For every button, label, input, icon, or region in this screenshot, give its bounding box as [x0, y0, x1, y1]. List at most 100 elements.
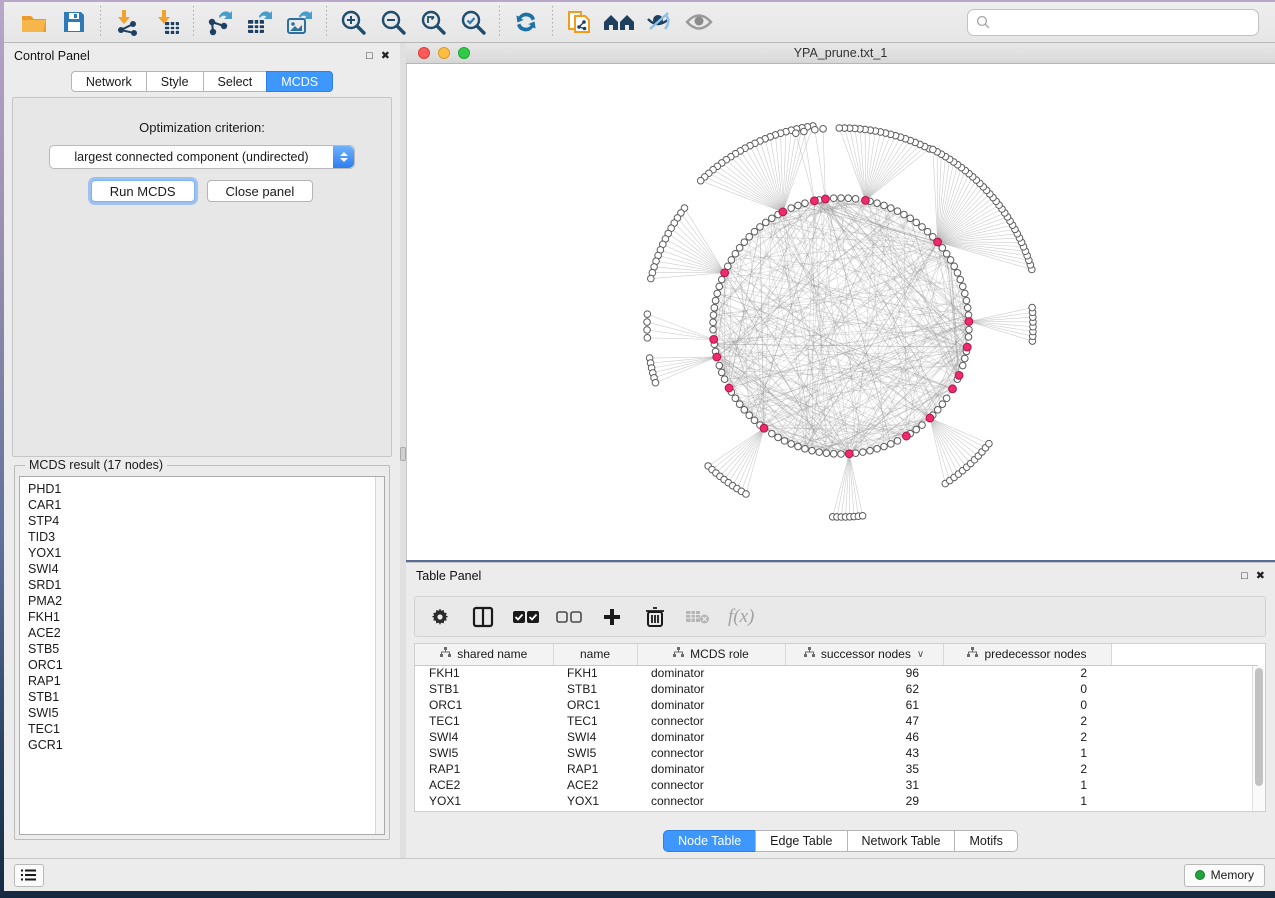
table-cell[interactable]: dominator	[637, 761, 785, 777]
ring-node[interactable]	[894, 208, 901, 215]
network-graph[interactable]	[407, 64, 1275, 560]
network-edge[interactable]	[849, 454, 862, 516]
network-edge[interactable]	[938, 171, 966, 242]
ring-node[interactable]	[712, 297, 719, 304]
column-header-MCDS-role[interactable]: MCDS role	[637, 644, 785, 665]
ring-node[interactable]	[716, 362, 723, 369]
ring-node[interactable]	[718, 369, 725, 376]
ring-node[interactable]	[736, 245, 743, 252]
ring-node[interactable]	[710, 326, 717, 333]
table-cell[interactable]: ORC1	[415, 697, 553, 713]
ring-node[interactable]	[881, 443, 888, 450]
result-node[interactable]: STB1	[28, 689, 384, 705]
dominator-node[interactable]	[955, 371, 963, 379]
ring-node[interactable]	[746, 412, 753, 419]
network-edge[interactable]	[844, 128, 865, 200]
dominator-node[interactable]	[949, 385, 957, 393]
ring-node[interactable]	[751, 417, 758, 424]
ring-node[interactable]	[867, 447, 874, 454]
ring-node[interactable]	[823, 450, 830, 457]
float-panel-icon[interactable]: □	[1241, 571, 1248, 582]
network-edge[interactable]	[930, 418, 959, 474]
table-mode-gear-icon[interactable]	[427, 604, 453, 630]
ring-node[interactable]	[809, 447, 816, 454]
search-box[interactable]	[967, 9, 1259, 36]
tab-network-table[interactable]: Network Table	[847, 830, 955, 852]
table-cell[interactable]: connector	[637, 713, 785, 729]
result-node[interactable]: SWI4	[28, 561, 384, 577]
dominator-node[interactable]	[965, 318, 973, 326]
ring-node[interactable]	[888, 205, 895, 212]
leaf-node[interactable]	[644, 319, 651, 326]
ring-node[interactable]	[913, 219, 920, 226]
network-edge[interactable]	[712, 428, 764, 469]
network-edge[interactable]	[833, 454, 850, 517]
table-cell[interactable]: 1	[943, 777, 1111, 793]
network-edge[interactable]	[938, 242, 1026, 251]
network-edge[interactable]	[684, 208, 724, 273]
network-edge[interactable]	[969, 322, 1032, 342]
table-row[interactable]: ORC1ORC1dominator610	[415, 697, 1258, 713]
result-node[interactable]: SRD1	[28, 577, 384, 593]
table-row[interactable]: YOX1YOX1connector291	[415, 793, 1258, 809]
result-node[interactable]: STB5	[28, 641, 384, 657]
ring-node[interactable]	[816, 449, 823, 456]
table-cell[interactable]: RAP1	[415, 761, 553, 777]
close-panel-button[interactable]: Close panel	[207, 180, 314, 202]
close-panel-icon[interactable]: ✖	[1256, 571, 1265, 582]
ring-node[interactable]	[913, 426, 920, 433]
network-edge[interactable]	[850, 128, 866, 200]
optimization-criterion-select[interactable]: largest connected component (undirected)	[49, 145, 355, 169]
ring-node[interactable]	[775, 434, 782, 441]
ring-node[interactable]	[736, 401, 743, 408]
table-cell[interactable]: SWI5	[415, 745, 553, 761]
ring-node[interactable]	[768, 430, 775, 437]
table-scrollbar[interactable]	[1252, 666, 1265, 811]
network-edge[interactable]	[783, 127, 808, 212]
network-edge[interactable]	[741, 428, 764, 491]
leaf-node[interactable]	[836, 125, 843, 132]
leaf-node[interactable]	[1029, 304, 1036, 311]
save-session-icon[interactable]	[54, 4, 94, 40]
task-history-button[interactable]	[14, 864, 44, 887]
result-node[interactable]: PHD1	[28, 481, 384, 497]
run-mcds-button[interactable]: Run MCDS	[91, 180, 195, 202]
show-all-icon[interactable]	[679, 4, 719, 40]
zoom-fit-icon[interactable]	[413, 4, 453, 40]
table-cell[interactable]: dominator	[637, 809, 785, 812]
dominator-node[interactable]	[926, 414, 934, 422]
dominator-node[interactable]	[934, 238, 942, 246]
leaf-node[interactable]	[697, 177, 704, 184]
table-cell[interactable]: connector	[637, 793, 785, 809]
leaf-node[interactable]	[644, 311, 651, 318]
function-builder-icon[interactable]: f(x)	[728, 606, 754, 628]
column-header-predecessor-nodes[interactable]: predecessor nodes	[943, 644, 1111, 665]
network-edge[interactable]	[815, 130, 826, 199]
ring-node[interactable]	[830, 195, 837, 202]
table-cell[interactable]: dominator	[637, 681, 785, 697]
ring-node[interactable]	[852, 196, 859, 203]
ring-node[interactable]	[966, 326, 973, 333]
leaf-node[interactable]	[644, 335, 651, 342]
result-node[interactable]: RAP1	[28, 673, 384, 689]
zoom-out-icon[interactable]	[373, 4, 413, 40]
ring-node[interactable]	[781, 438, 788, 445]
ring-node[interactable]	[762, 219, 769, 226]
network-edge[interactable]	[933, 149, 938, 242]
network-edge[interactable]	[716, 428, 764, 473]
network-canvas[interactable]	[406, 64, 1275, 560]
ring-node[interactable]	[838, 195, 845, 202]
table-cell[interactable]: 1	[943, 745, 1111, 761]
mcds-result-list[interactable]: PHD1CAR1STP4TID3YOX1SWI4SRD1PMA2FKH1ACE2…	[19, 476, 385, 835]
dominator-node[interactable]	[963, 343, 971, 351]
ring-node[interactable]	[741, 407, 748, 414]
network-edge[interactable]	[719, 366, 891, 444]
result-node[interactable]: TID3	[28, 529, 384, 545]
table-cell[interactable]: TEC1	[415, 713, 553, 729]
network-edge[interactable]	[804, 132, 814, 201]
select-all-icon[interactable]	[513, 604, 539, 630]
ring-node[interactable]	[959, 283, 966, 290]
ring-node[interactable]	[711, 304, 718, 311]
table-cell[interactable]: 96	[785, 665, 943, 681]
tab-network[interactable]: Network	[71, 71, 146, 92]
